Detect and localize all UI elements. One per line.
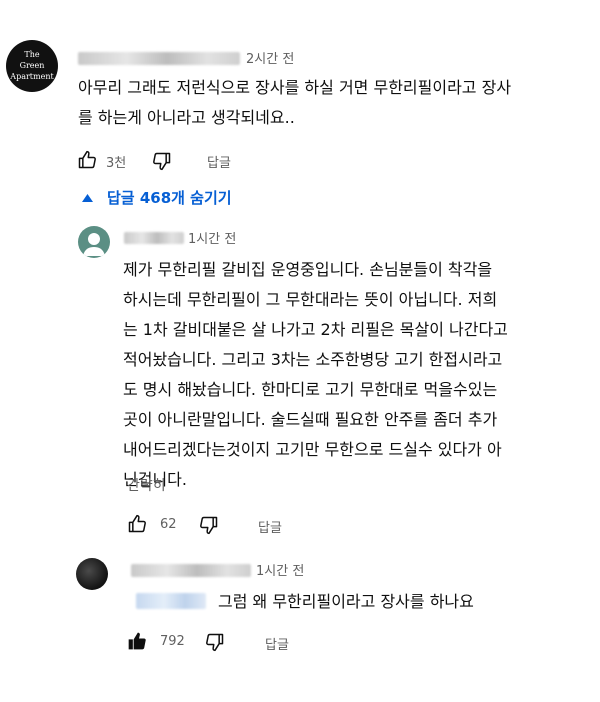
like-count: 3천 (106, 156, 127, 171)
reply2-avatar[interactable] (76, 558, 108, 590)
reply1-reply-button[interactable]: 답글 (258, 517, 282, 536)
reply2-reply-button[interactable]: 답글 (265, 634, 289, 653)
reply1-text: 제가 무한리필 갈비집 운영중입니다. 손님분들이 착각을 하시는데 무한리필이… (123, 260, 508, 489)
thumbs-up-icon[interactable] (127, 514, 147, 534)
default-user-icon (83, 233, 105, 256)
avatar[interactable]: The Green Apartment (6, 40, 58, 92)
thumbs-down-icon[interactable] (199, 515, 219, 535)
thumbs-up-icon[interactable] (77, 150, 97, 170)
avatar-text: The Green Apartment (10, 50, 54, 81)
thumbs-down-icon[interactable] (205, 632, 225, 652)
reply2-time[interactable]: 1시간 전 (256, 560, 304, 579)
reply1-avatar[interactable] (78, 226, 110, 258)
hide-replies-label: 답글 468개 숨기기 (107, 189, 232, 207)
read-less-button[interactable]: 간략히 (127, 475, 166, 495)
comment-text: 아무리 그래도 저런식으로 장사를 하실 거면 무한리필이라고 장사 를 하는게… (78, 78, 512, 127)
caret-up-icon (82, 193, 93, 202)
hide-replies-button[interactable]: 답글 468개 숨기기 (82, 187, 232, 208)
reply1-like-count: 62 (160, 517, 177, 532)
mention-link[interactable] (136, 593, 206, 609)
thumbs-down-icon[interactable] (152, 151, 172, 171)
reply-button[interactable]: 답글 (207, 152, 231, 171)
username[interactable] (78, 52, 240, 65)
reply2-username[interactable] (131, 564, 251, 577)
reply2-like-count: 792 (160, 634, 185, 649)
reply1-username[interactable] (124, 232, 184, 244)
reply2-text: 그럼 왜 무한리필이라고 장사를 하나요 (218, 592, 474, 611)
thumbs-up-filled-icon[interactable] (127, 631, 147, 651)
reply1-time[interactable]: 1시간 전 (188, 228, 236, 247)
comment-time[interactable]: 2시간 전 (246, 48, 294, 67)
